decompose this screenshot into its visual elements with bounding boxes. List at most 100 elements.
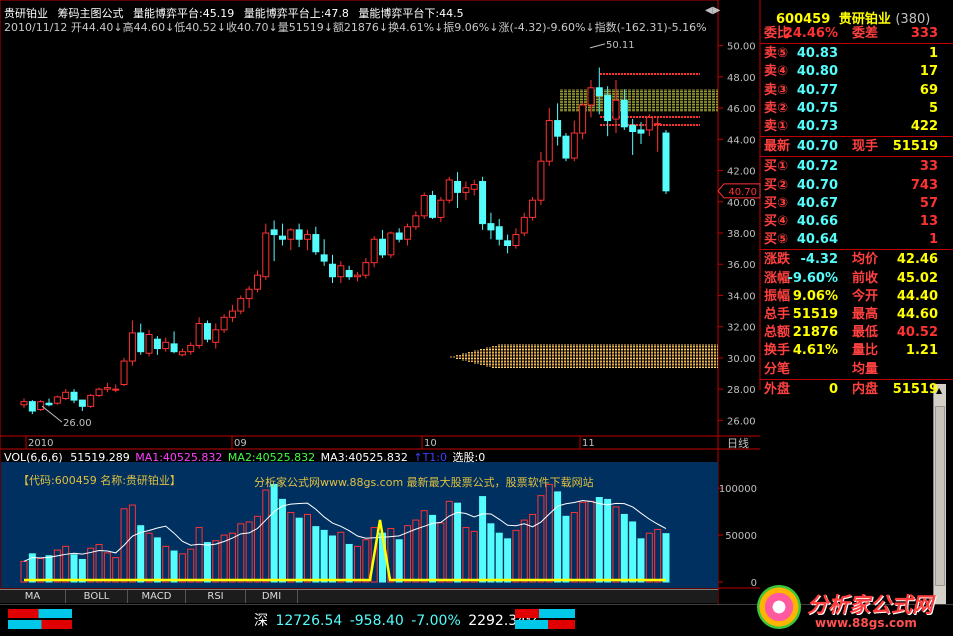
volume-bar (429, 514, 437, 583)
price-tick-label: 50.00 (727, 42, 756, 53)
volume-bar (504, 538, 512, 583)
stat-row-cell: 44.40 (896, 288, 938, 304)
low-annotation: 26.00 (63, 418, 92, 429)
volume-bar (328, 535, 336, 583)
tab-boll[interactable]: BOLL (66, 590, 128, 603)
nav-arrows[interactable]: ◀▶ (705, 5, 720, 16)
buy-row-cell: 40.72 (796, 159, 838, 175)
sell-row-cell: 卖① (764, 119, 789, 134)
volume-bar (445, 500, 453, 583)
candle-body (287, 229, 295, 240)
stat-row-cell: 51519 (792, 307, 838, 322)
volume-bar (529, 513, 537, 583)
volume-bar (612, 506, 620, 583)
stat-row-cell: -4.32 (800, 252, 838, 268)
candle-body (504, 240, 512, 246)
volume-bar (587, 500, 595, 583)
stat-row-cell: 换手 (764, 343, 791, 359)
buy-row-cell: 743 (910, 177, 938, 193)
sell-row-cell: 17 (919, 64, 938, 80)
quote-separator (760, 249, 953, 251)
volume-bar (145, 532, 153, 583)
volume-bar (303, 513, 311, 583)
stat-row: 换手 4.61% 量比 1.21 (760, 342, 953, 360)
buy-row-cell: 40.70 (796, 177, 838, 193)
volume-bar (237, 523, 245, 583)
quote-separator (760, 378, 953, 380)
candle-body (520, 216, 528, 234)
candle-body (487, 223, 495, 231)
latest-row-cell: 现手 (852, 139, 879, 155)
watermark-code: 【代码:600459 名称:贵研铂业】 (18, 474, 181, 487)
candle-body (495, 226, 503, 240)
volume-bar (137, 525, 145, 583)
stat-row-cell: 涨跌 (764, 252, 791, 268)
volume-bar (278, 498, 286, 583)
stat-row-cell: 9.06% (792, 288, 838, 304)
quote-separator (760, 156, 953, 158)
volume-bar (545, 483, 553, 583)
candle-body (337, 265, 345, 278)
candle-body (128, 332, 136, 362)
candle-body (262, 232, 270, 278)
volume-bar (178, 553, 186, 583)
volume-bar (153, 537, 161, 583)
candle-body (429, 195, 437, 218)
volume-bar (437, 522, 445, 583)
candle-body (53, 396, 61, 404)
volume-bar (37, 558, 45, 583)
volume-bar (537, 495, 545, 583)
flower-icon (757, 585, 801, 629)
tab-rsi[interactable]: RSI (186, 590, 246, 603)
buy-row: 买② 40.70 743 (760, 177, 953, 195)
status-index-pct: -7.00% (411, 613, 461, 629)
candle-body (320, 254, 328, 262)
volume-bar (629, 521, 637, 583)
date-tick-label: 09 (234, 438, 247, 449)
stat-row-cell: 均量 (852, 361, 879, 377)
candle-body (20, 401, 28, 406)
volume-bar (245, 521, 253, 583)
volume-bar (454, 502, 462, 583)
volume-bar (512, 529, 520, 583)
candle-body (28, 401, 36, 412)
volume-bar (103, 552, 111, 583)
tab-dmi[interactable]: DMI (246, 590, 298, 603)
buy-row-cell: 13 (919, 214, 938, 229)
candle-body (162, 341, 170, 350)
sell-row-cell: 卖⑤ (764, 46, 789, 62)
volume-bar (312, 526, 320, 583)
volume-bar (345, 543, 353, 583)
candle-body (103, 387, 111, 390)
header-platform-upper: 量能博弈平台上:47.8 (243, 7, 349, 20)
status-right-bar (515, 609, 575, 618)
volume-bar (520, 519, 528, 583)
volume-header: VOL(6,6,6) 51519.289 MA1:40525.832 MA2:4… (4, 451, 485, 464)
volume-bar (604, 498, 612, 583)
price-tick-label: 34.00 (727, 291, 756, 302)
quote-separator (760, 136, 953, 138)
candle-body (395, 232, 403, 240)
tab-macd[interactable]: MACD (128, 590, 186, 603)
stat-row-cell: 外盘 (764, 381, 791, 397)
candle-body (70, 391, 78, 401)
tab-ma[interactable]: MA (0, 590, 66, 603)
scroll-thumb[interactable] (935, 406, 945, 586)
candle-body (529, 199, 537, 218)
vol-value: 51519.289 (70, 451, 130, 464)
indicator-tabbar: MA BOLL MACD RSI DMI (0, 589, 718, 603)
buy-row-cell: 40.64 (796, 232, 838, 248)
volume-bar (470, 530, 478, 583)
candle-body (537, 160, 545, 201)
price-tick-label: 46.00 (727, 104, 756, 115)
price-tick-label: 36.00 (727, 260, 756, 271)
stock-chart-window: 50.00 48.00 46.00 44.00 42.00 40.00 38.00 36.00… (0, 0, 953, 636)
candle-body (654, 123, 662, 126)
candle-body (112, 388, 120, 391)
volume-bar (78, 558, 86, 583)
volume-bar (637, 538, 645, 583)
candle-body (612, 99, 620, 120)
candle-body (137, 332, 145, 353)
volume-bar (404, 525, 412, 583)
quote-separator (760, 43, 953, 45)
